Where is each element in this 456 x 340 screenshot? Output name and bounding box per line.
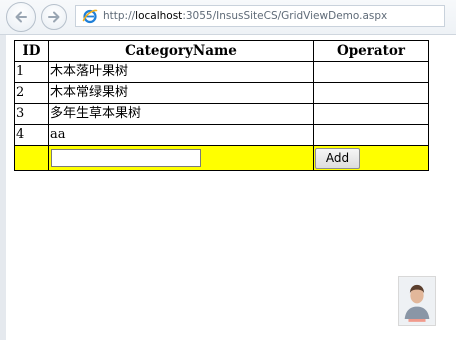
cell-id: 4 <box>14 124 49 146</box>
cell-category-name: 木本常绿果树 <box>48 82 314 104</box>
page-content: ID CategoryName Operator 1 木本落叶果树 2 木本常绿… <box>0 35 456 340</box>
cell-operator <box>313 103 429 125</box>
forward-arrow-icon <box>48 11 60 23</box>
add-button[interactable]: Add <box>315 147 360 169</box>
cell-category-name: 多年生草本果树 <box>48 103 314 125</box>
column-header-categoryname: CategoryName <box>48 40 314 62</box>
avatar <box>398 276 436 326</box>
cell-category-name: aa <box>48 124 314 146</box>
table-row: 2 木本常绿果树 <box>14 82 429 104</box>
cell-category-name: 木本落叶果树 <box>48 61 314 83</box>
insert-id-cell <box>14 145 49 171</box>
url-path: :3055/InsusSiteCS/GridViewDemo.aspx <box>182 10 388 22</box>
url-prefix: http:// <box>103 10 136 22</box>
ie-logo-icon <box>82 8 98 24</box>
table-row: 3 多年生草本果树 <box>14 103 429 125</box>
cell-id: 1 <box>14 61 49 83</box>
table-row: 4 aa <box>14 124 429 146</box>
cell-id: 2 <box>14 82 49 104</box>
column-header-operator: Operator <box>313 40 429 62</box>
cell-operator <box>313 61 429 83</box>
insert-name-cell <box>48 145 314 171</box>
cell-id: 3 <box>14 103 49 125</box>
cell-operator <box>313 82 429 104</box>
person-photo-icon <box>399 277 435 325</box>
category-name-input[interactable] <box>51 148 201 167</box>
back-arrow-icon <box>15 11 27 23</box>
address-bar[interactable]: http://localhost:3055/InsusSiteCS/GridVi… <box>75 5 445 27</box>
table-row: 1 木本落叶果树 <box>14 61 429 83</box>
column-header-id: ID <box>14 40 49 62</box>
insert-row: Add <box>14 145 429 171</box>
header-row: ID CategoryName Operator <box>14 40 429 62</box>
gridview-table: ID CategoryName Operator 1 木本落叶果树 2 木本常绿… <box>14 40 429 171</box>
cell-operator <box>313 124 429 146</box>
back-button[interactable] <box>6 2 36 32</box>
url-host: localhost <box>135 10 183 22</box>
forward-button[interactable] <box>41 4 67 30</box>
browser-toolbar: http://localhost:3055/InsusSiteCS/GridVi… <box>0 0 456 35</box>
insert-operator-cell: Add <box>313 145 429 171</box>
